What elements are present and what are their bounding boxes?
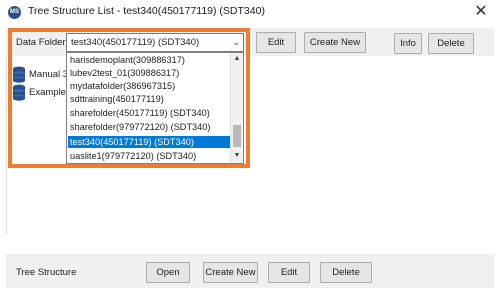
- open-button[interactable]: Open: [146, 262, 190, 283]
- edit-tree-button[interactable]: Edit: [268, 262, 310, 283]
- title-bar: MS Tree Structure List - test340(4501771…: [0, 0, 496, 26]
- create-new-tree-button[interactable]: Create New: [203, 262, 258, 283]
- window-title: Tree Structure List - test340(450177119)…: [28, 5, 265, 17]
- app-logo-icon: MS: [8, 6, 21, 19]
- info-button[interactable]: Info: [394, 33, 422, 54]
- close-icon[interactable]: ✕: [470, 1, 492, 23]
- edit-folder-button[interactable]: Edit: [256, 32, 296, 53]
- tree-structure-label: Tree Structure: [16, 267, 77, 278]
- create-new-folder-button[interactable]: Create New: [304, 32, 366, 53]
- highlight-box-data-folder: [8, 28, 250, 168]
- delete-tree-button[interactable]: Delete: [320, 262, 372, 283]
- delete-folder-button[interactable]: Delete: [428, 33, 474, 54]
